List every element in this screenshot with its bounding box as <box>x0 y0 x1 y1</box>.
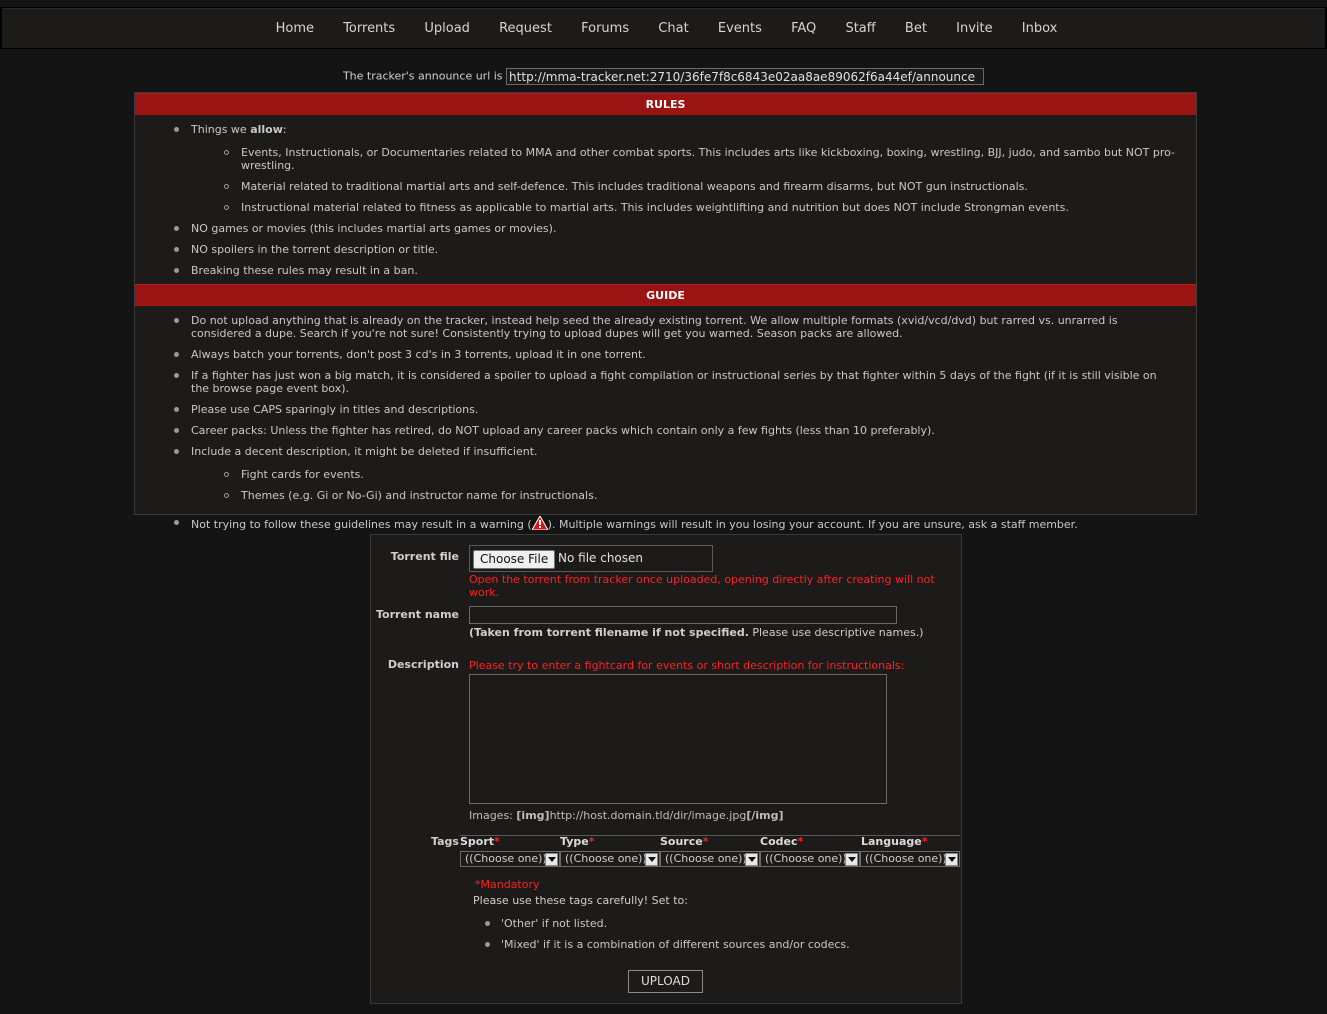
guide-heading: GUIDE <box>135 284 1196 306</box>
announce-label: The tracker's announce url is <box>342 69 503 83</box>
nav-invite[interactable]: Invite <box>956 21 992 36</box>
list-item: If a fighter has just won a big match, i… <box>135 369 1196 395</box>
nav-request[interactable]: Request <box>499 21 552 36</box>
nav-upload[interactable]: Upload <box>424 21 470 36</box>
warning-icon <box>530 514 549 531</box>
rules-guide-panel: RULES Things we allow: Events, Instructi… <box>134 92 1197 531</box>
list-item: Instructional material related to fitnes… <box>191 201 1176 214</box>
guide-list: Do not upload anything that is already o… <box>135 306 1196 531</box>
chevron-down-icon[interactable] <box>545 853 558 866</box>
nav-panel: Home Torrents Upload Request Forums Chat… <box>2 8 1325 48</box>
torrent-file-label: Torrent file <box>390 550 459 563</box>
nav-inbox[interactable]: Inbox <box>1022 21 1058 36</box>
announce-url-field[interactable] <box>506 68 985 85</box>
chevron-down-icon[interactable] <box>945 853 958 866</box>
source-select[interactable]: ((Choose one)) <box>660 851 760 867</box>
tags-label: Tags <box>431 835 459 848</box>
nav-forums[interactable]: Forums <box>581 21 629 36</box>
list-item: 'Other' if not listed. <box>473 917 913 930</box>
file-note: Open the torrent from tracker once uploa… <box>469 573 935 599</box>
codec-select[interactable]: ((Choose one)) <box>760 851 860 867</box>
tag-header-source: Source* <box>660 835 709 848</box>
top-navigation-bar: Home Torrents Upload Request Forums Chat… <box>0 7 1327 49</box>
language-select[interactable]: ((Choose one)) <box>860 851 960 867</box>
tag-header-sport: Sport* <box>460 835 500 848</box>
chevron-down-icon[interactable] <box>645 853 658 866</box>
description-sub-list: Fight cards for events. Themes (e.g. Gi … <box>191 468 1176 502</box>
tag-header-language: Language* <box>861 835 928 848</box>
allow-list: Events, Instructionals, or Documentaries… <box>191 146 1176 214</box>
description-note: Please try to enter a fightcard for even… <box>469 659 905 672</box>
torrent-file-input[interactable]: Choose File No file chosen <box>469 545 713 572</box>
tags-help: Please use these tags carefully! Set to: <box>473 894 688 907</box>
list-item: Career packs: Unless the fighter has ret… <box>135 424 1196 437</box>
torrent-name-label: Torrent name <box>375 608 459 621</box>
list-item: Material related to traditional martial … <box>191 180 1176 193</box>
nav-chat[interactable]: Chat <box>658 21 688 36</box>
nav-links: Home Torrents Upload Request Forums Chat… <box>2 9 1325 48</box>
list-item: Breaking these rules may result in a ban… <box>135 264 1196 277</box>
upload-button[interactable]: UPLOAD <box>628 970 703 993</box>
sport-select[interactable]: ((Choose one)) <box>460 851 560 867</box>
description-textarea[interactable] <box>469 674 887 804</box>
choose-file-button[interactable]: Choose File <box>473 550 556 569</box>
images-hint: Images: [img]http://host.domain.tld/dir/… <box>469 809 784 822</box>
list-item: NO games or movies (this includes martia… <box>135 222 1196 235</box>
type-select[interactable]: ((Choose one)) <box>560 851 660 867</box>
chevron-down-icon[interactable] <box>745 853 758 866</box>
rules-list: Things we allow: Events, Instructionals,… <box>135 115 1196 277</box>
list-item: Include a decent description, it might b… <box>135 445 1196 502</box>
list-item: Themes (e.g. Gi or No-Gi) and instructor… <box>191 489 1176 502</box>
nav-faq[interactable]: FAQ <box>791 21 816 36</box>
list-item: Do not upload anything that is already o… <box>135 314 1196 340</box>
torrent-name-note: (Taken from torrent filename if not spec… <box>469 626 924 639</box>
list-item: Always batch your torrents, don't post 3… <box>135 348 1196 361</box>
nav-home[interactable]: Home <box>276 21 314 36</box>
list-item: Things we allow: Events, Instructionals,… <box>135 123 1196 214</box>
list-item: Events, Instructionals, or Documentaries… <box>191 146 1176 172</box>
description-label: Description <box>387 658 459 671</box>
list-item: Fight cards for events. <box>191 468 1176 481</box>
nav-torrents[interactable]: Torrents <box>343 21 395 36</box>
rules-heading: RULES <box>135 93 1196 115</box>
list-item: 'Mixed' if it is a combination of differ… <box>473 938 913 951</box>
tag-header-codec: Codec* <box>760 835 804 848</box>
no-file-text: No file chosen <box>558 551 644 565</box>
announce-row: The tracker's announce url is <box>0 68 1327 85</box>
nav-staff[interactable]: Staff <box>845 21 875 36</box>
nav-bet[interactable]: Bet <box>905 21 927 36</box>
torrent-name-input[interactable] <box>469 606 897 624</box>
mandatory-note: *Mandatory <box>475 878 540 891</box>
list-item: Please use CAPS sparingly in titles and … <box>135 403 1196 416</box>
upload-form: Torrent file Choose File No file chosen … <box>370 534 962 1004</box>
list-item: NO spoilers in the torrent description o… <box>135 243 1196 256</box>
nav-events[interactable]: Events <box>718 21 762 36</box>
list-item: Not trying to follow these guidelines ma… <box>135 514 1196 531</box>
tags-help-list: 'Other' if not listed. 'Mixed' if it is … <box>473 917 913 959</box>
tag-header-type: Type* <box>560 835 595 848</box>
chevron-down-icon[interactable] <box>845 853 858 866</box>
